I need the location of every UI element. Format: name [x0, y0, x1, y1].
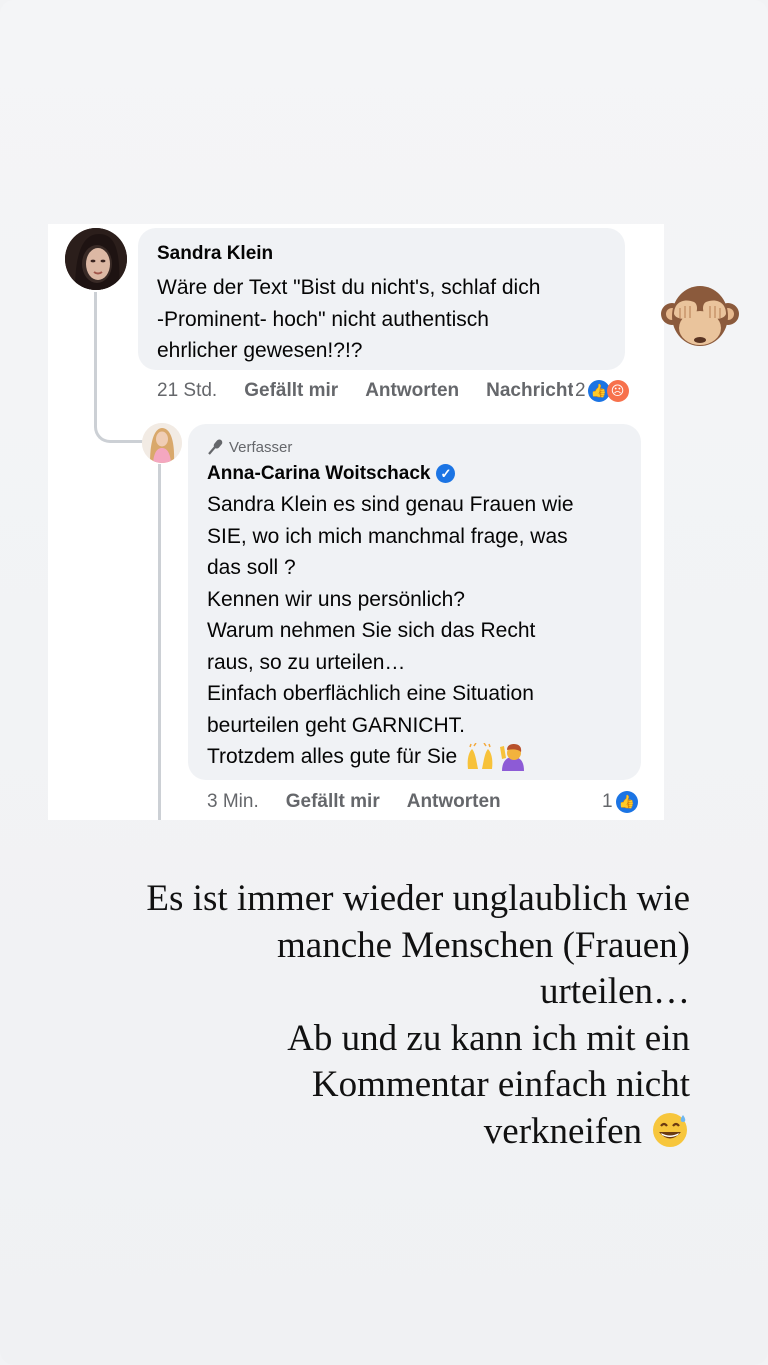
reply-text: Sandra Klein es sind genau Frauen wie SI…: [207, 489, 637, 773]
angry-reaction-icon: ☹: [606, 380, 629, 402]
reply-author-name: Anna-Carina Woitschack: [207, 463, 431, 484]
caption-last-line: verkneifen: [50, 1109, 690, 1156]
like-button[interactable]: Gefällt mir: [286, 791, 380, 813]
reply-line: Kennen wir uns persönlich?: [207, 587, 465, 611]
reply-line: beurteilen geht GARNICHT.: [207, 713, 465, 737]
reply-button[interactable]: Antworten: [407, 791, 501, 813]
reply-line: raus, so zu urteilen…: [207, 650, 406, 674]
comment-text: Wäre der Text "Bist du nicht's, schlaf d…: [157, 276, 541, 362]
comment-time[interactable]: 21 Std.: [157, 380, 217, 402]
avatar[interactable]: [65, 228, 127, 290]
comment-author[interactable]: Sandra Klein: [157, 243, 273, 265]
reply-author[interactable]: Anna-Carina Woitschack ✓: [207, 463, 456, 485]
reply-reactions[interactable]: 1 👍: [602, 787, 638, 817]
reply-button[interactable]: Antworten: [365, 380, 459, 402]
caption-line: Ab und zu kann ich mit ein: [287, 1017, 690, 1059]
reply-actions: 3 Min. Gefällt mir Antworten: [207, 787, 501, 817]
reply-bubble: Verfasser Anna-Carina Woitschack ✓ Sandra…: [188, 424, 641, 780]
reply-last-line: Trotzdem alles gute für Sie: [207, 741, 637, 773]
caption-line: urteilen…: [539, 971, 690, 1012]
comment-screenshot: Sandra Klein Wäre der Text "Bist du nich…: [48, 224, 664, 820]
caption-line: manche Menschen (Frauen): [277, 924, 690, 966]
caption-line: Es ist immer wieder unglaublich wie: [146, 878, 690, 919]
reply-time[interactable]: 3 Min.: [207, 791, 259, 813]
raising-hands-emoji-icon: [467, 742, 493, 769]
comment-bubble: Sandra Klein Wäre der Text "Bist du nich…: [138, 228, 625, 370]
thread-connector: [94, 292, 143, 443]
like-button[interactable]: Gefällt mir: [244, 380, 338, 402]
story-caption: Es ist immer wieder unglaublich wie manc…: [50, 876, 690, 1155]
reply-line: Trotzdem alles gute für Sie: [207, 745, 458, 768]
reaction-count: 2: [575, 380, 586, 401]
reply-thread-line: [158, 464, 161, 820]
avatar[interactable]: [142, 423, 182, 463]
author-badge: Verfasser: [207, 438, 292, 456]
comment-actions: 21 Std. Gefällt mir Antworten Nachricht: [157, 376, 574, 406]
grinning-sweat-emoji-icon: [653, 1112, 687, 1147]
message-button[interactable]: Nachricht: [486, 380, 574, 402]
caption-line: Kommentar einfach nicht: [311, 1064, 690, 1105]
microphone-icon: [208, 439, 223, 455]
verified-badge-icon: ✓: [436, 464, 456, 484]
reply-line: das soll ?: [207, 556, 296, 579]
like-reaction-icon: 👍: [615, 791, 638, 813]
person-raising-hand-emoji-icon: [500, 743, 525, 771]
reaction-count: 1: [602, 791, 613, 812]
reply-line: Sandra Klein es sind genau Frauen wie: [207, 493, 574, 516]
see-no-evil-monkey-icon: [661, 286, 739, 346]
caption-line: verkneifen: [483, 1110, 642, 1152]
reply-line: SIE, wo ich mich manchmal frage, was: [207, 524, 568, 548]
author-badge-label: Verfasser: [229, 438, 293, 456]
reply-line: Einfach oberflächlich eine Situation: [207, 682, 534, 705]
comment-reactions[interactable]: 2 👍 ☹: [573, 376, 629, 406]
story-screen: Sandra Klein Wäre der Text "Bist du nich…: [0, 0, 768, 1365]
reply-line: Warum nehmen Sie sich das Recht: [207, 619, 536, 642]
